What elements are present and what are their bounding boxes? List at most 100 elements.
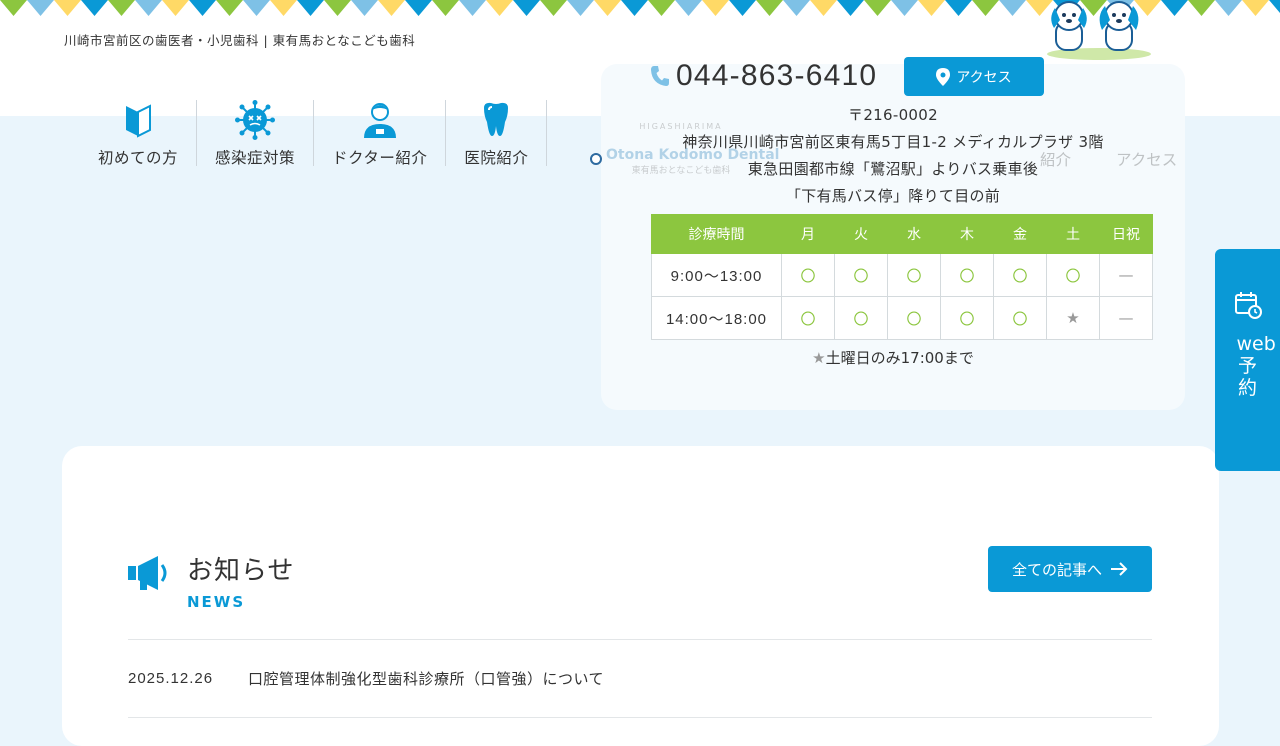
- all-articles-label: 全ての記事へ: [1011, 560, 1102, 579]
- megaphone-icon: [128, 556, 167, 590]
- table-cell-mark: 〇: [887, 253, 941, 297]
- bunting-flag: [513, 0, 540, 16]
- tooth-icon: [484, 102, 509, 136]
- nav-item-clinic[interactable]: 医院紹介: [446, 96, 546, 168]
- bunting-flag: [540, 0, 567, 16]
- bunting-flag: [378, 0, 405, 16]
- bunting-flag: [945, 0, 972, 16]
- table-cell-mark: 〇: [940, 296, 994, 340]
- bunting-flag: [675, 0, 702, 16]
- table-header-cell: 水: [887, 214, 941, 254]
- nav-item-doctor[interactable]: ドクター紹介: [314, 96, 445, 168]
- table-cell-mark: 〇: [940, 253, 994, 297]
- bunting-flag: [135, 0, 162, 16]
- news-subtitle: NEWS: [187, 593, 246, 611]
- news-item-title: 口腔管理体制強化型歯科診療所（口管強）について: [248, 669, 605, 688]
- phone-number[interactable]: 044-863-6410: [650, 56, 877, 96]
- bunting-flag: [918, 0, 945, 16]
- bunting-flag: [81, 0, 108, 16]
- table-header-cell: 金: [993, 214, 1047, 254]
- address-text: 神奈川県川崎市宮前区東有馬5丁目1-2 メディカルプラザ 3階: [682, 133, 1104, 151]
- office-hours-table: 診療時間 月 火 水 木 金 土 日祝 9:00〜13:00 〇 〇 〇 〇 〇…: [651, 214, 1153, 340]
- table-cell-time: 9:00〜13:00: [651, 253, 782, 297]
- route-text-2: 「下有馬バス停」降りて目の前: [785, 187, 1001, 205]
- table-cell-mark: —: [1099, 296, 1153, 340]
- nav-item-infection-control[interactable]: 感染症対策: [197, 96, 313, 168]
- route-text-1: 東急田園都市線「鷺沼駅」よりバス乗車後: [747, 160, 1039, 178]
- table-header-cell: 火: [834, 214, 888, 254]
- bunting-flag: [1215, 0, 1242, 16]
- bunting-flag: [864, 0, 891, 16]
- news-divider: [128, 717, 1152, 718]
- bunting-flag: [891, 0, 918, 16]
- table-header-cell: 木: [940, 214, 994, 254]
- bunting-flag: [756, 0, 783, 16]
- table-cell-mark: —: [1099, 253, 1153, 297]
- news-list-item[interactable]: 2025.12.26 口腔管理体制強化型歯科診療所（口管強）について: [128, 660, 1152, 696]
- beginner-mark-icon: [126, 104, 151, 138]
- bunting-flag: [729, 0, 756, 16]
- nav-item-label: 感染症対策: [215, 149, 296, 167]
- bunting-flag: [648, 0, 675, 16]
- bunting-flag: [0, 0, 27, 16]
- table-cell-mark: 〇: [781, 253, 835, 297]
- news-date: 2025.12.26: [128, 669, 214, 687]
- all-articles-button[interactable]: 全ての記事へ: [988, 546, 1152, 592]
- bunting-flag: [324, 0, 351, 16]
- bunting-flag: [702, 0, 729, 16]
- bunting-flag: [783, 0, 810, 16]
- bunting-flag: [189, 0, 216, 16]
- nav-item-label: 初めての方: [98, 149, 179, 167]
- bunting-flag: [486, 0, 513, 16]
- table-row: 14:00〜18:00 〇 〇 〇 〇 〇 ★ —: [651, 296, 1153, 340]
- virus-icon: [235, 100, 276, 140]
- bunting-flag: [972, 0, 999, 16]
- saturday-note: ★土曜日のみ17:00まで: [601, 347, 1185, 368]
- star-icon: ★: [812, 349, 826, 367]
- web-booking-tab[interactable]: web予約: [1215, 249, 1280, 471]
- table-cell-mark: 〇: [781, 296, 835, 340]
- bunting-flag: [270, 0, 297, 16]
- postal-code: 〒216-0002: [848, 106, 938, 124]
- map-pin-icon: [936, 67, 951, 86]
- bunting-flag: [594, 0, 621, 16]
- calendar-clock-icon: [1234, 292, 1262, 319]
- arrow-right-icon: [1111, 562, 1128, 576]
- news-title: お知らせ: [187, 556, 295, 586]
- bunting-flag: [999, 0, 1026, 16]
- web-booking-label: web予約: [1236, 333, 1276, 399]
- table-cell-mark: 〇: [1046, 253, 1100, 297]
- bunting-flag: [216, 0, 243, 16]
- bunting-flag: [108, 0, 135, 16]
- table-header-cell: 月: [781, 214, 835, 254]
- bunting-flag: [351, 0, 378, 16]
- bunting-flag: [810, 0, 837, 16]
- bunting-flag: [1242, 0, 1269, 16]
- bunting-flag: [54, 0, 81, 16]
- table-row: 9:00〜13:00 〇 〇 〇 〇 〇 〇 —: [651, 253, 1153, 297]
- access-button[interactable]: アクセス: [904, 57, 1044, 96]
- table-header-row: 診療時間 月 火 水 木 金 土 日祝: [651, 214, 1153, 254]
- bunting-flag: [162, 0, 189, 16]
- nav-item-label: ドクター紹介: [332, 149, 428, 167]
- news-divider: [128, 639, 1152, 640]
- access-button-label: アクセス: [956, 69, 1012, 86]
- table-header-cell: 診療時間: [651, 214, 782, 254]
- phone-number-text: 044-863-6410: [676, 59, 878, 92]
- bunting-flag: [459, 0, 486, 16]
- bunting-flag: [1188, 0, 1215, 16]
- table-cell-mark: 〇: [834, 253, 888, 297]
- nav-item-first-visit[interactable]: 初めての方: [80, 96, 196, 168]
- table-cell-mark: ★: [1046, 296, 1100, 340]
- bunting-flag: [621, 0, 648, 16]
- doctor-icon: [363, 103, 396, 138]
- bunting-flag: [837, 0, 864, 16]
- mascot-illustration: [1047, 1, 1151, 60]
- site-tagline: 川崎市宮前区の歯医者・小児歯科 | 東有馬おとなこども歯科: [64, 33, 416, 48]
- table-header-cell: 土: [1046, 214, 1100, 254]
- table-cell-mark: 〇: [993, 296, 1047, 340]
- table-cell-mark: 〇: [834, 296, 888, 340]
- bunting-flag: [1269, 0, 1280, 14]
- table-cell-time: 14:00〜18:00: [651, 296, 782, 340]
- bunting-flag: [297, 0, 324, 16]
